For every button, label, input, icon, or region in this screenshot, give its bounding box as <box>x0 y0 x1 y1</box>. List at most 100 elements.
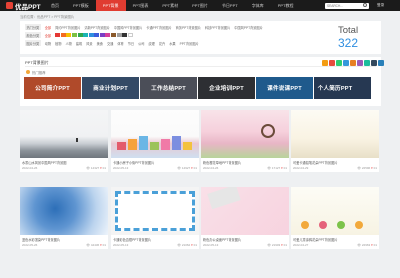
template-thumbnail[interactable] <box>201 110 289 158</box>
template-title[interactable]: 粉色樱花草地PPT背景图片 <box>203 160 241 165</box>
template-thumbnail[interactable] <box>111 187 199 235</box>
template-thumbnail[interactable] <box>291 187 379 235</box>
nav-item-2[interactable]: PPT背景 <box>95 0 126 11</box>
house-graphic <box>172 136 181 150</box>
share-icon[interactable] <box>378 60 384 66</box>
template-date: 2022-05-13 <box>113 243 129 247</box>
like-count: 01 <box>373 243 377 247</box>
filter-option[interactable]: 风景 <box>86 41 92 46</box>
filter-option[interactable]: 建筑 <box>76 41 82 46</box>
house-graphic <box>117 142 126 150</box>
filter-option-all[interactable]: 全部 <box>45 33 51 38</box>
color-swatch[interactable] <box>71 33 77 37</box>
category-label: 工作总结PPT <box>151 86 186 92</box>
like-count: 01 <box>283 243 287 247</box>
color-swatch[interactable] <box>116 33 122 37</box>
search-icon[interactable] <box>363 3 367 7</box>
filter-option[interactable]: 人物 <box>66 41 72 46</box>
color-swatch[interactable] <box>127 33 133 37</box>
template-date: 2022-04-27 <box>293 243 309 247</box>
filter-option[interactable]: 动物 <box>45 41 51 46</box>
views-count: 22963 <box>361 243 371 247</box>
color-swatch[interactable] <box>66 33 72 37</box>
login-link[interactable]: 登录 <box>377 0 384 11</box>
filter-option[interactable]: 美食 <box>97 41 103 46</box>
filter-option[interactable]: 水果 <box>169 41 175 46</box>
template-card[interactable]: 蓝色水彩渲染PPT背景图片 2022-05-26 👁 44436 ♥ 01 <box>20 187 108 249</box>
color-swatch[interactable] <box>88 33 94 37</box>
filter-option[interactable]: 交通 <box>107 41 113 46</box>
template-card[interactable]: 卡通彩色边框PPT背景图片 2022-05-13 👁 21062 ♥ 01 <box>111 187 199 249</box>
like-count: 01 <box>102 243 106 247</box>
color-swatch[interactable] <box>77 33 83 37</box>
template-thumbnail[interactable] <box>291 110 379 158</box>
template-title[interactable]: 蓝色水彩渲染PPT背景图片 <box>22 237 60 242</box>
nav-item-8[interactable]: PPT教程 <box>271 0 301 11</box>
filter-option[interactable]: 全部 <box>45 25 51 30</box>
template-thumbnail[interactable] <box>201 187 289 235</box>
template-stats: 👁 22596 ♥ 01 <box>357 166 377 170</box>
filter-option[interactable]: 体育 <box>117 41 123 46</box>
filter-option[interactable]: 商务PPT背景图片 <box>176 25 201 30</box>
color-swatch[interactable] <box>60 33 66 37</box>
nav-item-0[interactable]: 首页 <box>44 0 66 11</box>
filter-option[interactable]: 科技PPT背景图片 <box>205 25 230 30</box>
category-tile[interactable]: 工作总结PPT <box>140 77 197 99</box>
nav-item-4[interactable]: PPT素材 <box>155 0 185 11</box>
house-graphic <box>128 139 137 150</box>
template-date: 2022-05-26 <box>22 243 38 247</box>
template-title[interactable]: 可爱儿童涂鸦花朵PPT背景图片 <box>293 237 337 242</box>
category-tile[interactable]: 企业培训PPT <box>198 77 255 99</box>
category-label: 企业培训PPT <box>209 86 244 92</box>
nav-item-7[interactable]: 字体库 <box>245 0 271 11</box>
filter-option[interactable]: 公司 <box>138 41 144 46</box>
filter-option[interactable]: 植物 <box>55 41 61 46</box>
nav-item-5[interactable]: PPT图片 <box>185 0 215 11</box>
template-title[interactable]: 粉色办公桌面PPT背景图片 <box>203 237 241 242</box>
filter-option[interactable]: 清新PPT背景图片 <box>84 25 109 30</box>
site-logo[interactable]: 优品PPT <box>6 1 41 11</box>
template-title[interactable]: 水墨山水风景中国风PPT背景图 <box>22 160 66 165</box>
color-swatch[interactable] <box>83 33 89 37</box>
template-card[interactable]: 粉色办公桌面PPT背景图片 2022-05-13 👁 21903 ♥ 01 <box>201 187 289 249</box>
template-thumbnail[interactable] <box>111 110 199 158</box>
template-card[interactable]: 粉色樱花草地PPT背景图片 2022-04-26 👁 17127 ♥ 01 <box>201 110 289 172</box>
color-swatch[interactable] <box>99 33 105 37</box>
house-graphic <box>183 142 192 150</box>
category-tile[interactable]: 课件说课PPT <box>256 77 313 99</box>
filter-option[interactable]: 卡通PPT背景图片 <box>146 25 171 30</box>
flower-graphic <box>301 221 309 229</box>
color-swatch[interactable] <box>55 33 61 37</box>
filter-option[interactable]: 节日 <box>128 41 134 46</box>
template-title[interactable]: 卡通小房子小街PPT背景图片 <box>113 160 154 165</box>
color-swatch[interactable] <box>105 33 111 37</box>
template-title[interactable]: 可爱卡通铅笔花朵PPT背景图片 <box>293 160 337 165</box>
category-tile[interactable]: 商业计划PPT <box>82 77 139 99</box>
color-swatch[interactable] <box>94 33 100 37</box>
category-tile[interactable]: 个人简历PPT小编推荐 <box>314 77 371 99</box>
nav-item-3[interactable]: PPT图表 <box>126 0 156 11</box>
filter-row-image: 图片分类 动物 植物 人物 建筑 风景 美食 交通 体育 节日 公司 纹理 花卉 水果 PPT背景图片 <box>25 40 203 46</box>
nav-item-6[interactable]: 节日PPT <box>215 0 245 11</box>
template-card[interactable]: 可爱儿童涂鸦花朵PPT背景图片 2022-04-27 👁 22963 ♥ 01 <box>291 187 379 249</box>
filter-option[interactable]: 中国风PPT背景图片 <box>114 25 143 30</box>
template-card[interactable]: 水墨山水风景中国风PPT背景图 2022-04-26 👁 14327 ♥ 01 <box>20 110 108 172</box>
filter-option[interactable]: PPT背景图片 <box>180 41 199 46</box>
category-tile[interactable]: 公司简介PPT <box>24 77 81 99</box>
template-thumbnail[interactable] <box>20 110 108 158</box>
template-title[interactable]: 卡通彩色边框PPT背景图片 <box>113 237 151 242</box>
template-stats: 👁 17127 ♥ 01 <box>267 166 287 170</box>
hot-label: 热门推荐 <box>32 70 46 75</box>
filter-option[interactable]: 花卉 <box>159 41 165 46</box>
views-count: 21062 <box>181 243 191 247</box>
template-thumbnail[interactable] <box>20 187 108 235</box>
filter-option[interactable]: 中国风PPT背景图片 <box>234 25 263 30</box>
template-card[interactable]: 可爱卡通铅笔花朵PPT背景图片 2022-04-29 👁 22596 ♥ 01 <box>291 110 379 172</box>
filter-option[interactable]: 纹理 <box>149 41 155 46</box>
color-swatch[interactable] <box>122 33 128 37</box>
color-swatch[interactable] <box>111 33 117 37</box>
filter-option[interactable]: 简约PPT背景图片 <box>55 25 80 30</box>
template-card[interactable]: 卡通小房子小街PPT背景图片 2022-05-13 👁 14927 ♥ 01 <box>111 110 199 172</box>
house-graphic <box>150 142 159 150</box>
nav-item-1[interactable]: PPT模板 <box>66 0 96 11</box>
